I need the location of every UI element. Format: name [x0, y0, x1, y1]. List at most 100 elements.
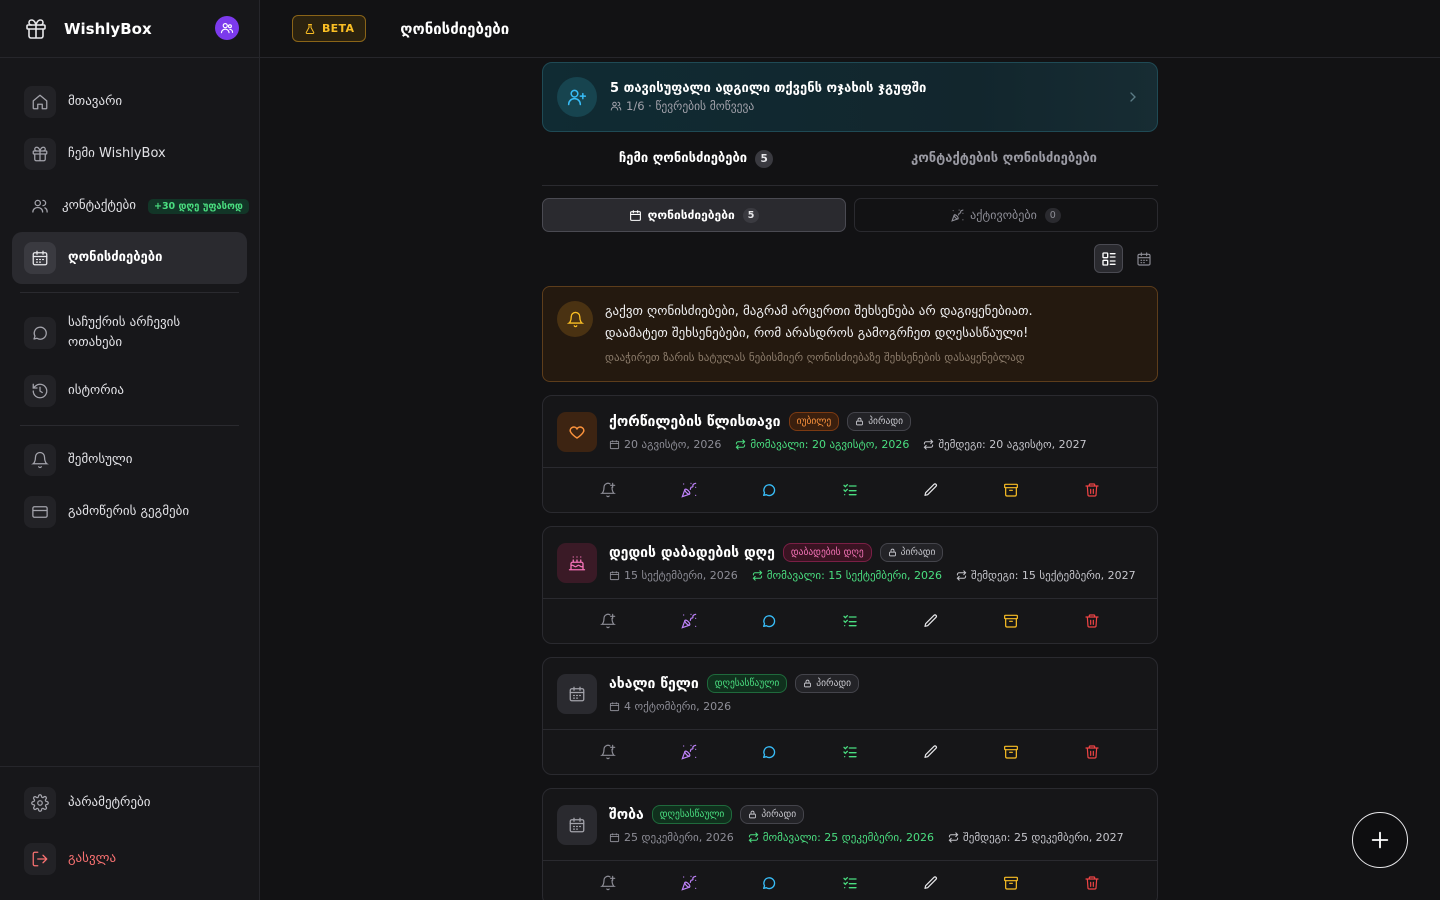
chat-icon[interactable] — [755, 607, 783, 635]
privacy-tag: პირადი — [740, 805, 805, 824]
event-title[interactable]: შობა — [609, 807, 644, 823]
alert-message-line2: დაამატეთ შეხსენებები, რომ არასდროს გამოგ… — [605, 326, 1029, 341]
family-avatar-icon[interactable] — [215, 16, 239, 40]
lock-icon — [888, 548, 896, 557]
add-reminder-icon[interactable] — [594, 738, 622, 766]
privacy-tag: პირადი — [879, 543, 944, 562]
add-reminder-icon[interactable] — [594, 869, 622, 897]
edit-icon[interactable] — [917, 738, 945, 766]
delete-icon[interactable] — [1078, 476, 1106, 504]
sidebar-item-gift-rooms[interactable]: საჩუქრის არჩევის ოთახები — [12, 301, 247, 365]
sidebar-item-home[interactable]: მთავარი — [12, 76, 247, 128]
flask-icon — [305, 23, 315, 34]
checklist-icon[interactable] — [836, 476, 864, 504]
party-popper-icon[interactable] — [675, 476, 703, 504]
cake-icon — [557, 542, 597, 583]
event-date: 15 სექტემბერი, 2026 — [609, 569, 738, 582]
gift-icon[interactable] — [24, 17, 48, 41]
family-group-promo[interactable]: 5 თავისუფალი ადგილი თქვენს ოჯახის ჯგუფში… — [542, 62, 1158, 132]
checklist-icon[interactable] — [836, 869, 864, 897]
sidebar-item-label: შემოსული — [68, 452, 133, 467]
sidebar-item-events[interactable]: ღონისძიებები — [12, 232, 247, 284]
event-date: 25 დეკემბერი, 2026 — [609, 831, 734, 844]
divider — [20, 425, 239, 426]
event-next-text: შემდეგი: 25 დეკემბერი, 2027 — [963, 831, 1124, 844]
sidebar-item-history[interactable]: ისტორია — [12, 365, 247, 417]
calendar-icon — [629, 209, 641, 221]
privacy-label: პირადი — [761, 809, 797, 820]
add-event-button[interactable] — [1352, 812, 1408, 868]
tab-count: 5 — [755, 149, 774, 168]
event-title[interactable]: ახალი წელი — [609, 676, 699, 692]
checklist-icon[interactable] — [836, 607, 864, 635]
chat-icon[interactable] — [755, 869, 783, 897]
events-tabs: ჩემი ღონისძიებები 5 კონტაქტების ღონისძიე… — [542, 132, 1158, 186]
calendar-icon — [557, 673, 597, 714]
calendar-view-button[interactable] — [1129, 244, 1158, 273]
event-upcoming-text: მომავალი: 15 სექტემბერი, 2026 — [766, 569, 942, 582]
edit-icon[interactable] — [917, 476, 945, 504]
bell-icon — [24, 444, 56, 476]
divider — [20, 292, 239, 293]
chat-icon[interactable] — [755, 476, 783, 504]
delete-icon[interactable] — [1078, 738, 1106, 766]
sidebar-item-settings[interactable]: პარამეტრები — [12, 777, 247, 829]
event-actions — [543, 599, 1157, 643]
sidebar-item-label: გასვლა — [68, 851, 117, 866]
event-next: შემდეგი: 20 აგვისტო, 2027 — [923, 438, 1087, 451]
event-date-text: 25 დეკემბერი, 2026 — [624, 831, 734, 844]
event-next: შემდეგი: 25 დეკემბერი, 2027 — [948, 831, 1124, 844]
event-card: ქორწილების წლისთავი იუბილე პირადი 20 აგვ… — [542, 395, 1158, 513]
sidebar-bottom: პარამეტრები გასვლა — [0, 766, 259, 900]
sidebar-item-my-wishlybox[interactable]: ჩემი WishlyBox — [12, 128, 247, 180]
brand-name[interactable]: WishlyBox — [64, 20, 152, 38]
event-next-text: შემდეგი: 15 სექტემბერი, 2027 — [971, 569, 1136, 582]
event-date-text: 4 ოქტომბერი, 2026 — [624, 700, 732, 713]
edit-icon[interactable] — [917, 607, 945, 635]
sidebar-item-inbox[interactable]: შემოსული — [12, 434, 247, 486]
home-icon — [24, 86, 56, 118]
sidebar-item-label: ჩემი WishlyBox — [68, 146, 166, 161]
chat-icon[interactable] — [755, 738, 783, 766]
delete-icon[interactable] — [1078, 869, 1106, 897]
sidebar-item-logout[interactable]: გასვლა — [12, 833, 247, 885]
sidebar-item-contacts[interactable]: კონტაქტები +30 დღე უფასოდ — [12, 180, 249, 232]
sidebar-item-label: გამოწერის გეგმები — [68, 504, 190, 519]
party-popper-icon — [951, 209, 964, 222]
user-plus-icon — [557, 77, 597, 117]
calendar-icon — [1136, 251, 1151, 266]
view-toggle — [542, 244, 1158, 273]
archive-icon[interactable] — [997, 738, 1025, 766]
archive-icon[interactable] — [997, 607, 1025, 635]
main-content: 5 თავისუფალი ადგილი თქვენს ოჯახის ჯგუფში… — [542, 62, 1158, 900]
subtab-count: 0 — [1044, 207, 1061, 223]
party-popper-icon[interactable] — [675, 607, 703, 635]
party-popper-icon[interactable] — [675, 869, 703, 897]
bell-icon — [557, 301, 593, 337]
archive-icon[interactable] — [997, 869, 1025, 897]
calendar-icon — [609, 702, 620, 712]
subtab-events[interactable]: ღონისძიებები 5 — [542, 198, 846, 232]
checklist-icon[interactable] — [836, 738, 864, 766]
tab-my-events[interactable]: ჩემი ღონისძიებები 5 — [542, 132, 850, 185]
subtab-activities[interactable]: აქტივობები 0 — [854, 198, 1158, 232]
sidebar-item-label: პარამეტრები — [68, 795, 151, 810]
event-title[interactable]: დედის დაბადების დღე — [609, 545, 775, 561]
add-reminder-icon[interactable] — [594, 607, 622, 635]
archive-icon[interactable] — [997, 476, 1025, 504]
sidebar-item-plans[interactable]: გამოწერის გეგმები — [12, 486, 247, 538]
edit-icon[interactable] — [917, 869, 945, 897]
event-actions — [543, 861, 1157, 900]
chat-bubble-icon — [24, 317, 56, 349]
sidebar: WishlyBox მთავარი ჩემი WishlyBox კონტაქტ… — [0, 0, 260, 900]
credit-card-icon — [24, 496, 56, 528]
delete-icon[interactable] — [1078, 607, 1106, 635]
tab-contact-events[interactable]: კონტაქტების ღონისძიებები — [850, 132, 1158, 185]
calendar-icon — [609, 571, 620, 581]
add-reminder-icon[interactable] — [594, 476, 622, 504]
subtab-count: 5 — [742, 207, 760, 223]
list-view-button[interactable] — [1094, 244, 1123, 273]
event-title[interactable]: ქორწილების წლისთავი — [609, 414, 781, 430]
subtabs: ღონისძიებები 5 აქტივობები 0 — [542, 198, 1158, 232]
party-popper-icon[interactable] — [675, 738, 703, 766]
